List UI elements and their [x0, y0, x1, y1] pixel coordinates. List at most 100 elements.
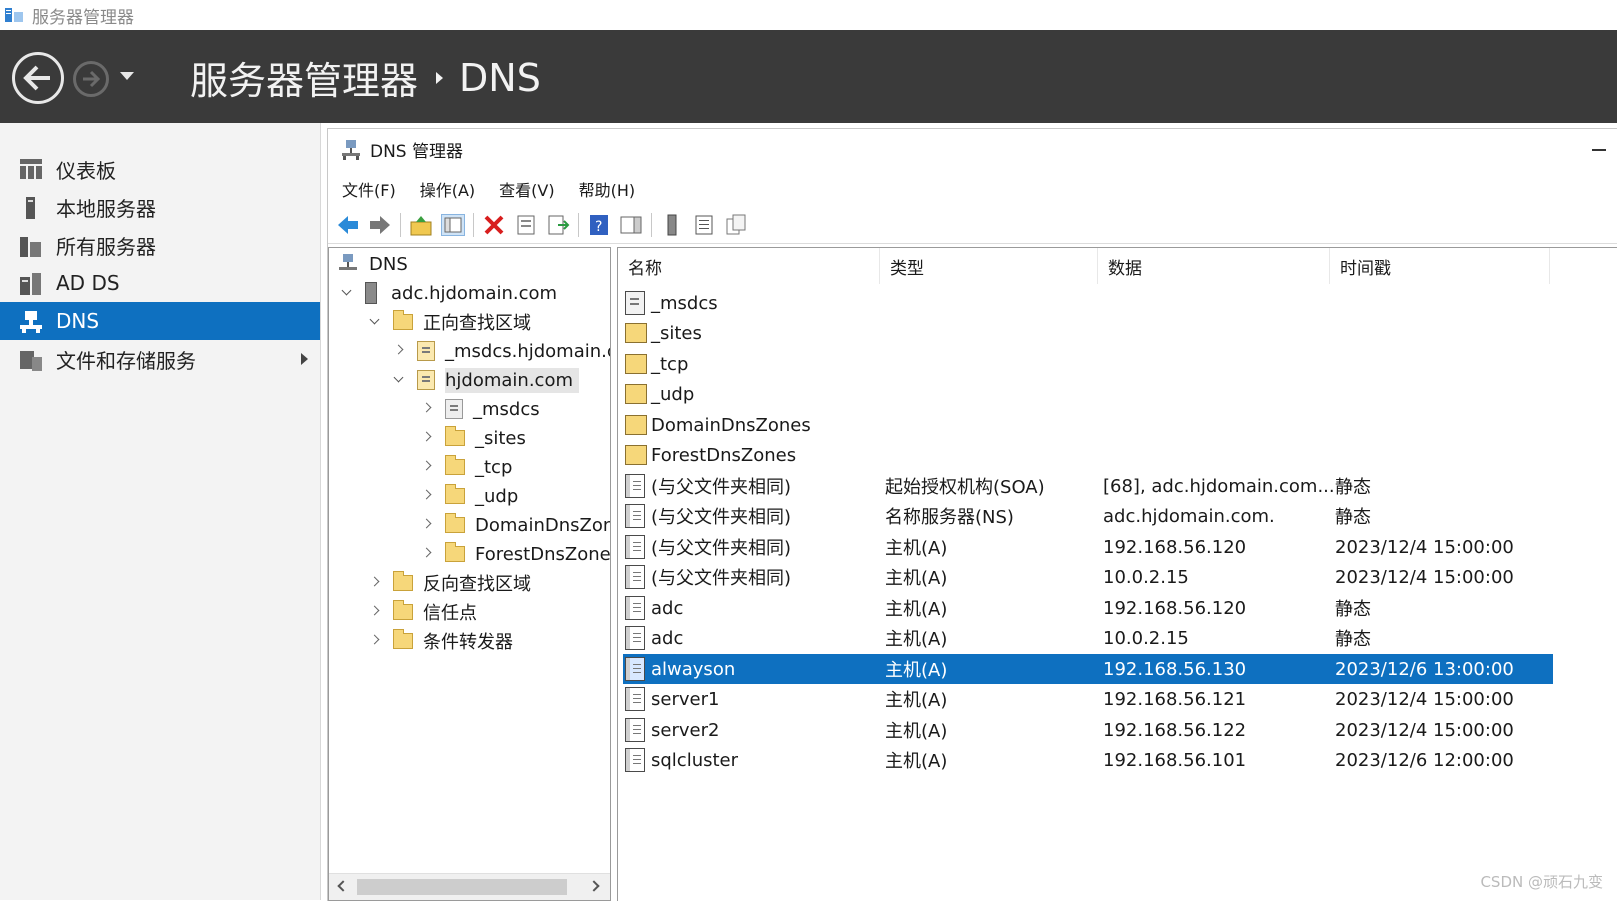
tree-node-conditional-forwarders[interactable]: 条件转发器	[369, 627, 513, 655]
expand-arrow-icon[interactable]	[421, 490, 433, 502]
nav-item-file-storage[interactable]: 文件和存储服务	[0, 340, 320, 378]
left-navigation: 仪表板 本地服务器 所有服务器 AD DS DNS 文件和存储服务	[0, 123, 321, 900]
column-header-name[interactable]: 名称	[618, 248, 880, 284]
column-header-data[interactable]: 数据	[1098, 248, 1330, 284]
records-list: 名称 类型 数据 时间戳 _msdcs _sites _tcp _udp Dom…	[617, 247, 1617, 901]
list-item-selected[interactable]: alwayson 主机(A) 192.168.56.130 2023/12/6 13:…	[623, 654, 1553, 684]
export-list-icon[interactable]	[546, 214, 570, 236]
tree-node-label: 信任点	[423, 603, 477, 624]
collapse-arrow-icon[interactable]	[393, 374, 405, 386]
menu-view[interactable]: 查看(V)	[499, 177, 554, 201]
record-name: _sites	[651, 322, 702, 344]
list-item[interactable]: (与父文件夹相同) 主机(A) 10.0.2.15 2023/12/4 15:00:0…	[623, 562, 1553, 592]
list-item[interactable]: (与父文件夹相同) 起始授权机构(SOA) [68], adc.hjdomain.c…	[623, 471, 1553, 501]
list-item[interactable]: adc 主机(A) 10.0.2.15 静态	[623, 623, 1553, 653]
scrollbar-thumb[interactable]	[357, 879, 567, 895]
list-item[interactable]: (与父文件夹相同) 主机(A) 192.168.56.120 2023/12/4 15…	[623, 532, 1553, 562]
tree-node-msdcs[interactable]: _msdcs	[421, 395, 540, 423]
minimize-button[interactable]	[1592, 149, 1606, 151]
scroll-right-icon[interactable]	[588, 880, 600, 892]
back-button[interactable]	[12, 52, 64, 104]
record-timestamp: 2023/12/4 15:00:00	[1335, 536, 1514, 558]
record-name: DomainDnsZones	[651, 414, 811, 436]
expand-arrow-icon[interactable]	[421, 548, 433, 560]
tree-node-msdcs-zone[interactable]: _msdcs.hjdomain.com	[393, 337, 610, 365]
record-icon	[625, 687, 645, 711]
list-item[interactable]: server1 主机(A) 192.168.56.121 2023/12/4 15:0…	[623, 684, 1553, 714]
list-view-icon[interactable]	[692, 214, 716, 236]
tree-node-sites[interactable]: _sites	[421, 424, 526, 452]
scroll-left-icon[interactable]	[337, 880, 349, 892]
tree-node-forestdnszones[interactable]: ForestDnsZones	[421, 540, 610, 568]
list-item[interactable]: (与父文件夹相同) 名称服务器(NS) adc.hjdomain.com. 静态	[623, 501, 1553, 531]
tree-node-forward-zones[interactable]: 正向查找区域	[369, 308, 531, 336]
collapse-arrow-icon[interactable]	[369, 316, 381, 328]
record-type: 主机(A)	[885, 690, 948, 711]
help-icon[interactable]: ?	[587, 214, 611, 236]
menu-action[interactable]: 操作(A)	[420, 177, 475, 201]
nav-item-dashboard[interactable]: 仪表板	[0, 150, 320, 188]
expand-arrow-icon[interactable]	[393, 345, 405, 357]
toolbar-separator	[473, 213, 474, 237]
up-folder-icon[interactable]	[409, 214, 433, 236]
tree-node-domaindnszones[interactable]: DomainDnsZones	[421, 511, 610, 539]
record-type: 主机(A)	[885, 568, 948, 589]
expand-arrow-icon[interactable]	[421, 519, 433, 531]
tree-node-udp[interactable]: _udp	[421, 482, 518, 510]
list-item[interactable]: server2 主机(A) 192.168.56.122 2023/12/4 15:0…	[623, 715, 1553, 745]
list-item[interactable]: _udp	[623, 379, 1553, 409]
list-item[interactable]: adc 主机(A) 192.168.56.120 静态	[623, 593, 1553, 623]
column-header-timestamp[interactable]: 时间戳	[1330, 248, 1550, 284]
expand-arrow-icon[interactable]	[369, 577, 381, 589]
expand-arrow-icon[interactable]	[369, 635, 381, 647]
menu-file[interactable]: 文件(F)	[342, 177, 396, 201]
record-name: adc	[651, 627, 684, 649]
record-type: 主机(A)	[885, 538, 948, 559]
delete-icon[interactable]	[482, 214, 506, 236]
server-status-icon[interactable]	[660, 214, 684, 236]
record-name: alwayson	[651, 658, 736, 680]
expand-arrow-icon[interactable]	[369, 606, 381, 618]
expand-arrow-icon[interactable]	[421, 403, 433, 415]
record-timestamp: 静态	[1335, 507, 1371, 528]
tree-node-reverse-zones[interactable]: 反向查找区域	[369, 569, 531, 597]
tree-node-trust-points[interactable]: 信任点	[369, 598, 477, 626]
nav-item-all-servers[interactable]: 所有服务器	[0, 226, 320, 264]
folder-icon	[445, 426, 465, 446]
forward-arrow-icon[interactable]	[368, 214, 392, 236]
record-icon	[625, 626, 645, 650]
properties-icon[interactable]	[514, 214, 538, 236]
tree-node-tcp[interactable]: _tcp	[421, 453, 512, 481]
list-item[interactable]: ForestDnsZones	[623, 440, 1553, 470]
list-item[interactable]: _sites	[623, 318, 1553, 348]
show-hide-console-tree-icon[interactable]	[441, 214, 465, 236]
horizontal-scrollbar[interactable]	[329, 873, 610, 900]
breadcrumb-root[interactable]: 服务器管理器	[190, 50, 418, 105]
record-data: 10.0.2.15	[1103, 566, 1189, 588]
forward-button[interactable]	[73, 61, 109, 97]
expand-arrow-icon[interactable]	[421, 461, 433, 473]
chevron-right-icon	[436, 71, 444, 84]
expand-arrow-icon[interactable]	[421, 432, 433, 444]
list-item[interactable]: DomainDnsZones	[623, 410, 1553, 440]
nav-item-dns[interactable]: DNS	[0, 302, 320, 340]
tree-node-hjdomain[interactable]: hjdomain.com	[393, 366, 579, 394]
window-title: 服务器管理器	[32, 7, 134, 28]
list-item[interactable]: sqlcluster 主机(A) 192.168.56.101 2023/12/6 1…	[623, 745, 1553, 775]
expand-arrow-icon[interactable]	[301, 353, 308, 365]
tree-node-server[interactable]: adc.hjdomain.com	[341, 279, 557, 307]
nav-item-local-server[interactable]: 本地服务器	[0, 188, 320, 226]
history-dropdown-button[interactable]	[120, 72, 134, 80]
menu-help[interactable]: 帮助(H)	[579, 177, 636, 201]
tree-node-dns[interactable]: DNS	[339, 250, 408, 278]
show-hide-action-pane-icon[interactable]	[619, 214, 643, 236]
back-arrow-icon[interactable]	[336, 214, 360, 236]
list-item[interactable]: _tcp	[623, 349, 1553, 379]
collapse-arrow-icon[interactable]	[341, 287, 353, 299]
list-item[interactable]: _msdcs	[623, 288, 1553, 318]
nav-item-ad-ds[interactable]: AD DS	[0, 264, 320, 302]
copy-records-icon[interactable]	[724, 214, 748, 236]
record-name: (与父文件夹相同)	[651, 538, 792, 559]
record-type: 主机(A)	[885, 721, 948, 742]
column-header-type[interactable]: 类型	[880, 248, 1098, 284]
